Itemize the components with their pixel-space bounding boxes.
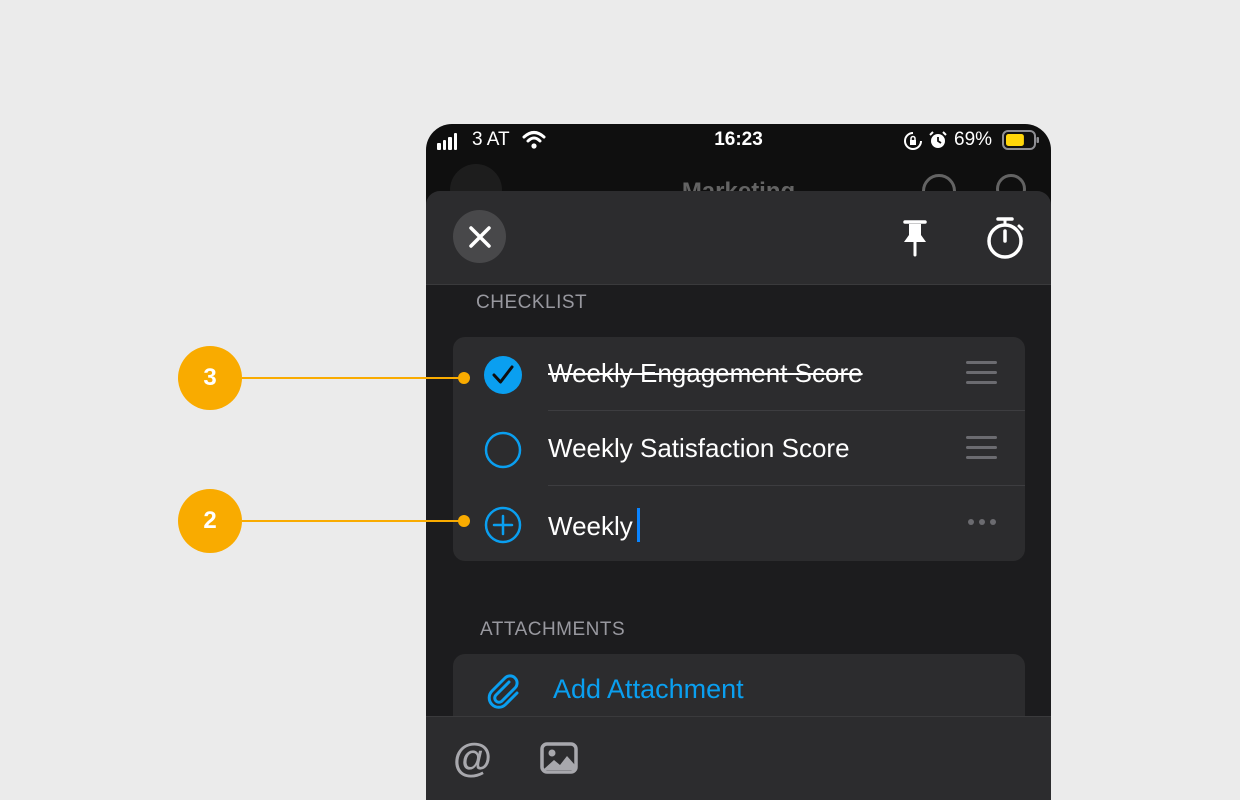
callout-connector-dot [458,372,470,384]
new-checklist-item-row[interactable]: Weekly [453,487,1025,561]
plus-circle-icon [484,506,522,544]
checklist-item-text[interactable]: Weekly Engagement Score [548,358,863,389]
pin-icon[interactable] [896,218,934,263]
close-icon [468,225,491,248]
row-divider [548,410,1025,411]
callout-number-badge: 2 [178,489,242,553]
row-divider [548,485,1025,486]
empty-circle-icon [484,431,522,469]
close-button[interactable] [453,210,506,263]
checklist-section-label: CHECKLIST [476,292,588,313]
rotation-lock-icon [903,131,923,157]
alarm-icon [928,130,948,156]
bottom-toolbar: @ [426,716,1051,800]
stopwatch-icon[interactable] [984,216,1026,265]
battery-percent: 69% [954,129,993,150]
checklist-item-checkbox[interactable] [483,430,523,470]
task-detail-sheet: CHECKLIST Weekly Engagement Score Weekly… [426,191,1051,800]
more-options-icon[interactable] [968,515,996,529]
phone-screen: 3 AT 16:23 69% CHECKLIST Weekly Engageme… [426,124,1051,800]
status-bar: 3 AT 16:23 69% [426,124,1051,158]
add-attachment-label: Add Attachment [553,674,744,704]
callout-number-badge: 3 [178,346,242,410]
text-cursor [636,508,640,542]
callout-connector-line [242,377,464,379]
checklist-item[interactable]: Weekly Satisfaction Score [453,412,1025,486]
battery-icon [1002,130,1040,156]
sheet-header [426,191,1051,285]
checkmark-circle-icon [484,356,522,394]
drag-handle-icon[interactable] [966,361,997,387]
new-item-input-value: Weekly [548,511,633,541]
checklist-item[interactable]: Weekly Engagement Score [453,337,1025,411]
callout-connector-dot [458,515,470,527]
checklist-item-checkbox[interactable] [483,355,523,395]
new-item-input[interactable]: Weekly [548,508,640,542]
checklist-item-text[interactable]: Weekly Satisfaction Score [548,433,850,464]
add-item-button[interactable] [483,505,523,545]
mention-icon[interactable]: @ [453,736,492,780]
checklist-card: Weekly Engagement Score Weekly Satisfact… [453,337,1025,561]
paperclip-icon [483,670,523,715]
drag-handle-icon[interactable] [966,436,997,462]
callout-connector-line [242,520,464,522]
attachments-section-label: ATTACHMENTS [480,619,626,640]
image-icon[interactable] [540,742,578,779]
